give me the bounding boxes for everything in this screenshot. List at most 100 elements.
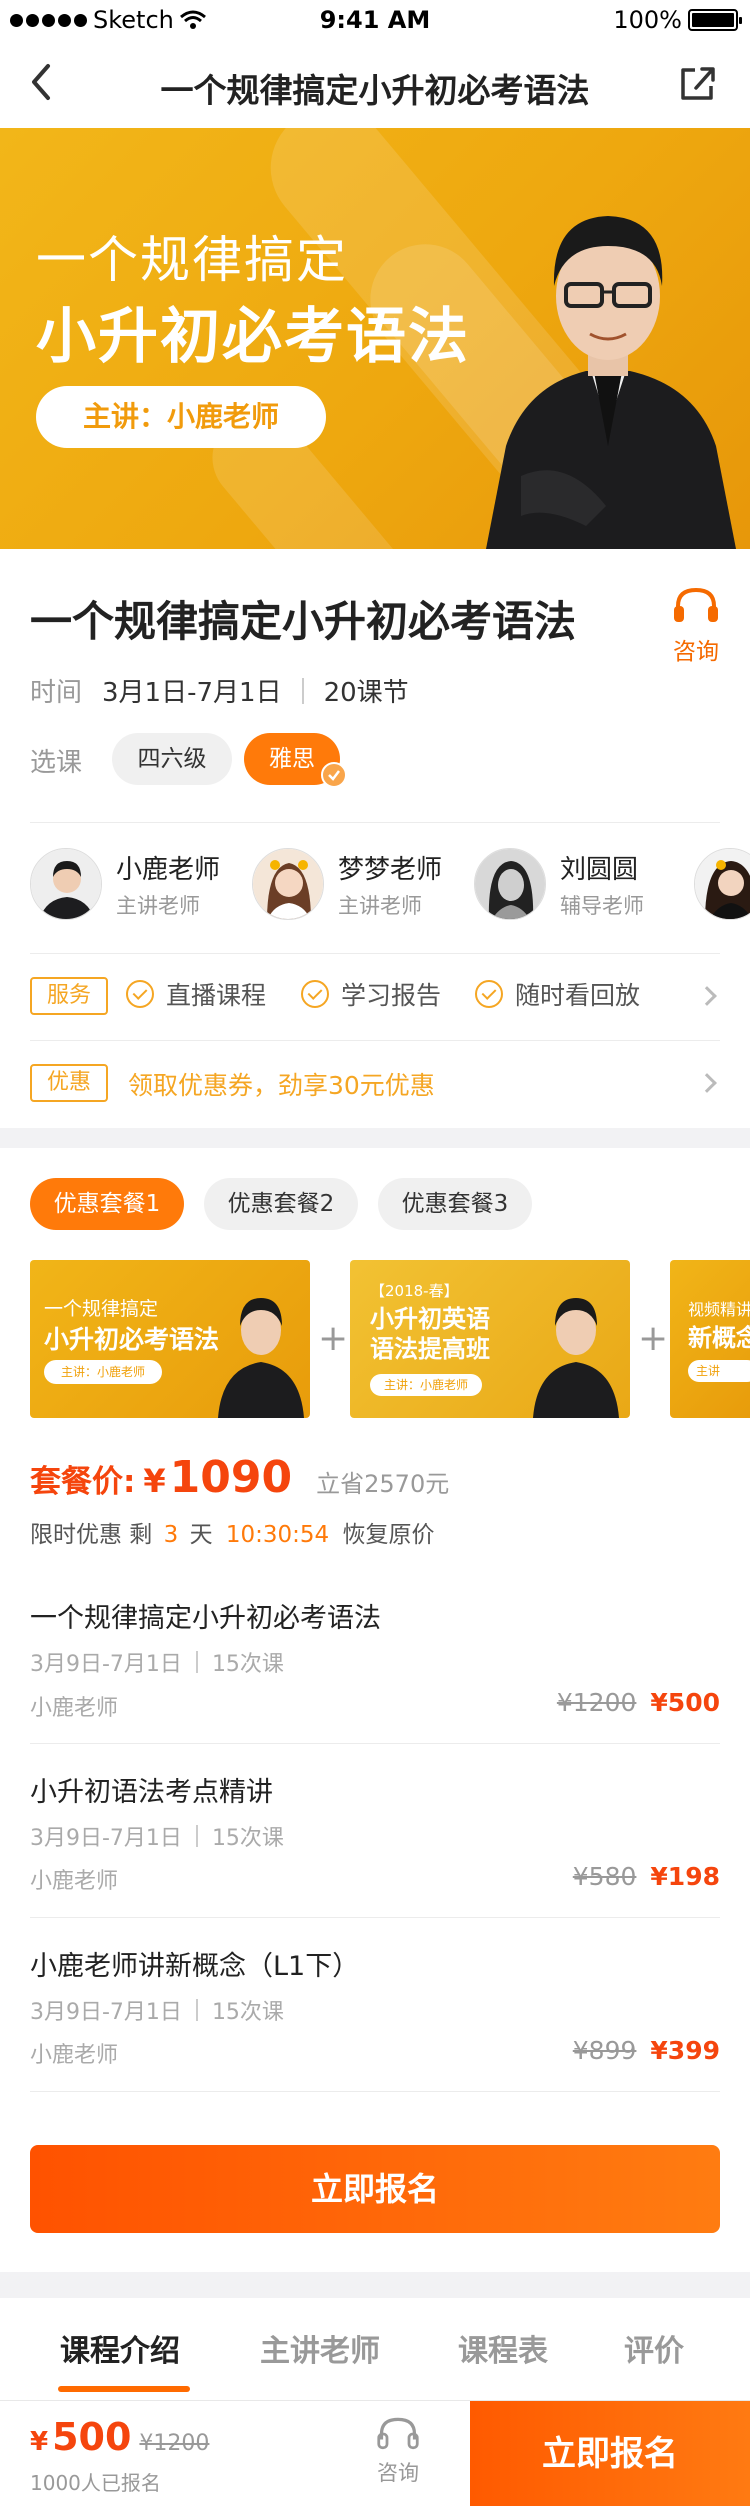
promo-chevron-icon[interactable] [697,1073,717,1093]
avatar[interactable] [694,848,750,920]
package-course-card[interactable]: 一个规律搞定 小升初必考语法 主讲：小鹿老师 [30,1260,310,1418]
time-value: 3月1日-7月1日 [102,678,282,708]
course-title: 一个规律搞定小升初必考语法 [30,597,577,646]
package-item-teacher: 小鹿老师 [30,2043,119,2068]
countdown: 10:30:54 [225,1522,330,1548]
package-price-label: 套餐价: [30,1464,136,1500]
consult-button[interactable]: 咨询 [666,586,726,666]
package-price: 套餐价: ¥ 1090 立省2570元 [30,1452,449,1503]
package-item-price: ¥580 ¥198 [572,1862,720,1891]
divider [30,822,720,823]
divider [30,953,720,954]
teacher-card[interactable]: 刘圆圆 辅导老师 [474,848,644,920]
package-price-amount: 1090 [169,1452,293,1503]
divider [30,1040,720,1041]
divider [301,677,304,704]
service-item: 随时看回放 [475,976,640,1012]
card-subtitle: 一个规律搞定 [44,1298,159,1320]
teacher-name: 小鹿老师 [116,854,221,885]
savings: 立省2570元 [316,1470,450,1498]
page-title: 一个规律搞定小升初必考语法 [160,71,590,110]
card-subtitle: 【2018-春】 [370,1282,459,1300]
tab-teachers[interactable]: 主讲老师 [260,2326,380,2370]
bottom-bar: ¥ 500 ¥1200 1000人已报名 咨询 立即报名 [0,2400,750,2506]
limited-offer: 限时优惠 剩 3 天 10:30:54 恢复原价 [30,1515,435,1549]
check-icon [301,980,329,1008]
package-item-meta: 3月9日-7月1日 15次课 [30,1651,284,1677]
offer-suffix: 恢复原价 [342,1522,435,1548]
avatar [474,848,546,920]
teacher-card[interactable]: 小鹿老师 主讲老师 [30,848,220,920]
check-icon [475,980,503,1008]
plus-icon: + [318,1318,349,1359]
package-tab-2[interactable]: 优惠套餐2 [204,1178,358,1230]
hero-banner[interactable]: 一个规律搞定 小升初必考语法 主讲：小鹿老师 [0,128,750,549]
card-pill: 主讲 [688,1360,750,1382]
currency: ¥ [143,1462,166,1500]
services-chevron-icon[interactable] [697,986,717,1006]
headset-icon [377,2417,419,2450]
teacher-role: 主讲老师 [116,893,200,918]
bottom-consult-button[interactable]: 咨询 [368,2415,428,2487]
divider [30,2091,720,2092]
hero-subtitle: 一个规律搞定 [36,231,348,289]
package-item-meta: 3月9日-7月1日 15次课 [30,1999,284,2025]
selected-check-icon [321,762,347,788]
select-label: 选课 [30,748,83,778]
tab-intro[interactable]: 课程介绍 [60,2326,180,2370]
share-icon[interactable] [678,64,718,102]
service-tag: 服务 [30,977,108,1015]
package-item-title: 小鹿老师讲新概念（L1下） [30,1951,360,1982]
package-item-teacher: 小鹿老师 [30,1696,119,1721]
bottom-consult-label: 咨询 [377,2461,419,2485]
card-subtitle: 视频精讲 [688,1300,750,1319]
package-course-card[interactable]: 视频精讲 新概念 主讲 [670,1260,750,1418]
section-gap [0,1128,750,1148]
bottom-price: ¥ 500 ¥1200 [30,2415,209,2459]
package-item-title: 小升初语法考点精讲 [30,1777,273,1808]
teacher-photo [486,216,736,549]
promo-text[interactable]: 领取优惠券，劲享30元优惠 [128,1066,435,1102]
tab-reviews[interactable]: 评价 [624,2326,684,2370]
bottom-old-price: ¥1200 [139,2431,210,2456]
teacher-card[interactable]: 梦梦老师 主讲老师 [252,848,442,920]
enroll-button[interactable]: 立即报名 [470,2401,750,2506]
status-bar: Sketch 9:41 AM 100% [0,0,750,42]
plus-icon: + [638,1318,669,1359]
avatar [30,848,102,920]
hero-title: 小升初必考语法 [36,302,470,372]
package-tab-1[interactable]: 优惠套餐1 [30,1178,184,1230]
package-tab-3[interactable]: 优惠套餐3 [378,1178,532,1230]
consult-label: 咨询 [673,639,719,665]
package-item-price: ¥1200 ¥500 [556,1688,720,1717]
enrolled-count: 1000人已报名 [30,2471,161,2495]
headset-icon [674,587,718,622]
currency: ¥ [30,2427,49,2457]
active-tab-indicator [58,2386,190,2392]
package-course-card[interactable]: 【2018-春】 小升初英语 语法提高班 主讲：小鹿老师 [350,1260,630,1418]
detail-tabs: 课程介绍 主讲老师 课程表 评价 [0,2298,750,2398]
time-label: 时间 [30,678,83,708]
promo-tag: 优惠 [30,1064,108,1102]
package-item-title: 一个规律搞定小升初必考语法 [30,1603,381,1634]
package-item-meta: 3月9日-7月1日 15次课 [30,1825,284,1851]
teacher-name: 刘圆圆 [560,854,639,885]
battery-group: 100% [613,6,742,34]
battery-icon [688,9,742,31]
signup-button[interactable]: 立即报名 [30,2145,720,2233]
teacher-photo [533,1298,619,1418]
teacher-name: 梦梦老师 [338,854,443,885]
divider [30,1743,720,1744]
option-cet[interactable]: 四六级 [112,733,232,785]
avatar [252,848,324,920]
card-pill: 主讲：小鹿老师 [370,1374,482,1396]
package-item-teacher: 小鹿老师 [30,1869,119,1894]
tab-schedule[interactable]: 课程表 [458,2326,548,2370]
card-title: 新概念 [688,1324,750,1352]
course-time-row: 时间 3月1日-7月1日 20课节 [30,672,409,709]
offer-prefix: 限时优惠 剩 [30,1522,153,1548]
offer-days: 3 [163,1522,179,1548]
service-item: 直播课程 [126,976,266,1012]
battery-percent: 100% [613,6,682,34]
section-gap [0,2272,750,2298]
